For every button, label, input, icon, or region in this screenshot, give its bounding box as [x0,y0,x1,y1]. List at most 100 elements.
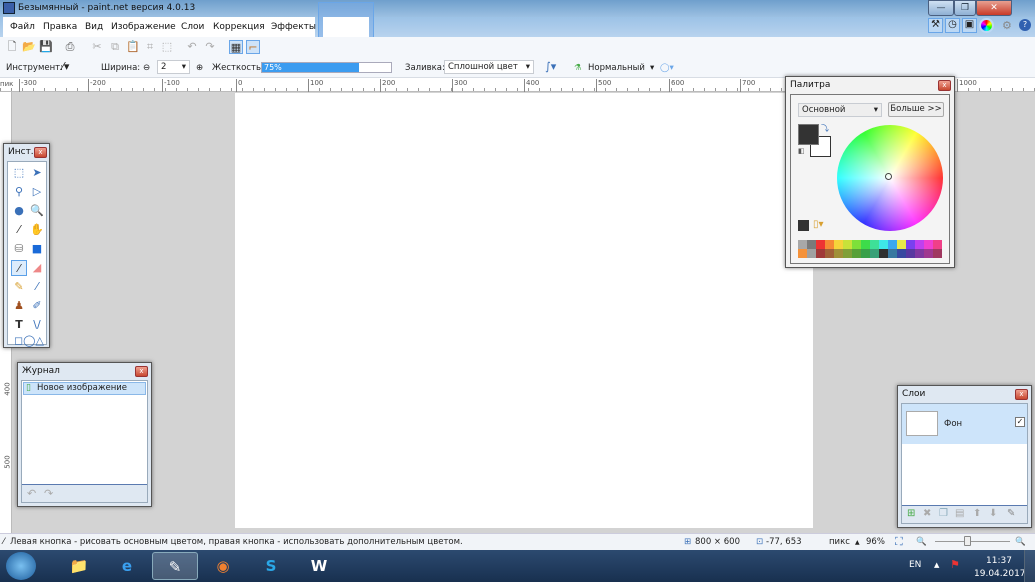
move-selection-icon[interactable]: ▷ [29,184,45,200]
layer-properties-icon[interactable]: ✎ [1007,508,1015,519]
fit-window-icon[interactable]: ⛶ [895,535,903,549]
ellipse-select-icon[interactable]: ● [11,203,27,219]
palette-swatch[interactable] [825,240,834,249]
palette-swatch[interactable] [915,240,924,249]
color-wheel-cursor[interactable] [885,173,892,180]
settings-icon[interactable]: ⚙ [1002,19,1012,32]
pan-icon[interactable]: ✋ [29,222,45,238]
duplicate-layer-icon[interactable]: ❐ [939,508,948,519]
paint-bucket-icon[interactable]: ⛁ [11,241,27,257]
antialiasing-icon[interactable]: ∫▾ [545,60,556,73]
ie-taskbar-icon[interactable]: e [104,552,150,580]
grid-icon[interactable]: ▦ [229,40,243,54]
image-canvas[interactable] [235,93,813,528]
add-color-icon[interactable] [798,220,809,231]
minimize-button[interactable]: — [928,0,954,16]
magic-wand-icon[interactable]: ⁄ [11,222,27,238]
palette-panel-close[interactable]: x [938,80,951,91]
zoom-icon[interactable]: 🔍 [29,203,45,219]
palette-swatch[interactable] [870,249,879,258]
tray-expand-icon[interactable]: ▲ [934,561,939,569]
paintbrush-tool-icon[interactable]: ⁄▾ [62,60,69,73]
zoom-in-icon[interactable]: 🔍 [1015,537,1026,547]
palette-swatch[interactable] [888,240,897,249]
layers-icon[interactable]: ▣ [962,18,977,33]
width-field[interactable]: 2 ▾ [157,60,190,74]
word-taskbar-icon[interactable]: W [296,552,342,580]
zoom-dropdown-icon[interactable]: ▲ [855,539,860,546]
clock-time[interactable]: 11:37 [986,556,1012,566]
palette-swatch[interactable] [933,240,942,249]
move-down-icon[interactable]: ⬇ [989,508,997,519]
palette-swatch[interactable] [924,249,933,258]
rectangle-select-icon[interactable]: ⬚ [11,165,27,181]
redo-icon[interactable]: ↷ [203,40,217,54]
explorer-taskbar-icon[interactable]: 📁 [56,552,102,580]
palette-swatch[interactable] [897,240,906,249]
history-panel-close[interactable]: x [135,366,148,377]
restore-button[interactable]: ❐ [954,0,976,16]
palette-menu-icon[interactable]: ▯▾ [813,219,824,230]
palette-swatch[interactable] [924,240,933,249]
colors-icon[interactable] [979,18,994,33]
blend-dropdown-icon[interactable]: ▾ [650,63,654,73]
palette-swatch[interactable] [888,249,897,258]
palette-swatch[interactable] [825,249,834,258]
palette-swatch[interactable] [906,240,915,249]
gradient-icon[interactable]: ■ [29,241,45,257]
more-button[interactable]: Больше >> [888,102,944,117]
add-layer-icon[interactable]: ⊞ [907,508,915,519]
undo-icon[interactable]: ↶ [27,487,36,500]
menu-adjustments[interactable]: Коррекция [213,22,265,32]
color-picker-icon[interactable]: ⁄ [29,279,45,295]
zoom-slider-thumb[interactable] [964,536,971,546]
tools-icon[interactable]: ⚒ [928,18,943,33]
swap-colors-icon[interactable]: ⤵ [821,123,829,134]
unit-select[interactable]: пикс [829,537,850,547]
pencil-icon[interactable]: ✎ [11,279,27,295]
shapes-icon[interactable]: ◻◯△ [14,333,44,349]
menu-view[interactable]: Вид [85,22,103,32]
skype-taskbar-icon[interactable]: S [248,552,294,580]
width-decrease-icon[interactable]: ⊖ [143,63,150,73]
line-curve-icon[interactable]: \/ [29,317,45,333]
print-icon[interactable]: ⎙ [63,40,77,54]
palette-swatch[interactable] [834,240,843,249]
delete-layer-icon[interactable]: ✖ [923,508,931,519]
palette-swatch[interactable] [861,249,870,258]
clock-date[interactable]: 19.04.2017 [974,569,1026,579]
alpha-mode-icon[interactable]: ◯▾ [660,63,674,73]
palette-swatch[interactable] [906,249,915,258]
merge-layer-icon[interactable]: ▤ [955,508,964,519]
cut-icon[interactable]: ✂ [90,40,104,54]
tools-panel-close[interactable]: x [34,147,47,158]
paintbrush-icon[interactable]: ⁄ [11,260,27,276]
deselect-icon[interactable]: ⬚ [160,40,174,54]
recolor-icon[interactable]: ✐ [29,298,45,314]
close-button[interactable]: ✕ [976,0,1012,16]
palette-swatch[interactable] [861,240,870,249]
hardness-slider[interactable]: 75% [261,62,392,73]
start-button[interactable] [6,552,36,580]
palette-swatch[interactable] [798,249,807,258]
copy-icon[interactable]: ⧉ [108,40,122,54]
paintnet-taskbar-icon[interactable]: ✎ [152,552,198,580]
show-desktop-button[interactable] [1024,550,1035,582]
palette-swatch[interactable] [933,249,942,258]
new-icon[interactable]: 🗋 [5,40,19,54]
action-center-icon[interactable]: ⚑ [950,558,960,571]
palette-swatch[interactable] [897,249,906,258]
paste-icon[interactable]: 📋 [126,40,140,54]
text-icon[interactable]: T [11,317,27,333]
menu-effects[interactable]: Эффекты [271,22,316,32]
palette-swatch[interactable] [816,240,825,249]
layer-visibility-checkbox[interactable]: ✓ [1015,417,1025,427]
palette-swatch[interactable] [843,240,852,249]
eraser-icon[interactable]: ◢ [29,260,45,276]
history-icon[interactable]: ◷ [945,18,960,33]
palette-swatch[interactable] [852,240,861,249]
zoom-level[interactable]: 96% [866,537,885,547]
palette-swatch[interactable] [843,249,852,258]
layers-panel-close[interactable]: x [1015,389,1028,400]
history-item[interactable]: ▯ Новое изображение [23,382,146,395]
